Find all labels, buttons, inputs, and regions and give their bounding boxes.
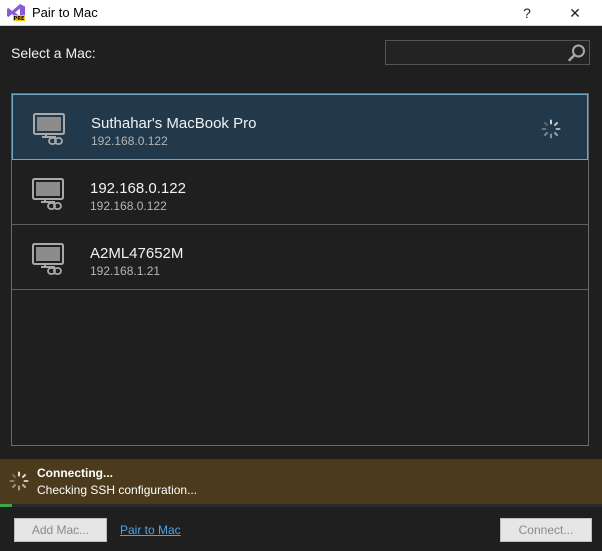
- search-box[interactable]: [385, 40, 590, 65]
- mac-list-item[interactable]: Suthahar's MacBook Pro 192.168.0.122: [12, 94, 588, 160]
- loading-spinner-icon: [9, 471, 29, 491]
- pair-to-mac-link[interactable]: Pair to Mac: [120, 523, 181, 537]
- mac-computer-icon: [31, 176, 67, 212]
- mac-name: A2ML47652M: [90, 245, 184, 262]
- select-mac-label: Select a Mac:: [11, 45, 96, 61]
- add-mac-button[interactable]: Add Mac...: [14, 518, 107, 542]
- mac-name: 192.168.0.122: [90, 180, 186, 197]
- mac-list-item[interactable]: A2ML47652M 192.168.1.21: [12, 225, 588, 290]
- mac-ip-address: 192.168.0.122: [90, 199, 167, 213]
- mac-computer-icon: [32, 111, 68, 147]
- help-button[interactable]: ?: [504, 0, 550, 26]
- mac-ip-address: 192.168.0.122: [91, 134, 168, 148]
- visual-studio-preview-icon: PRE: [7, 4, 25, 22]
- close-button[interactable]: ✕: [552, 0, 598, 26]
- mac-computer-icon: [31, 241, 67, 277]
- status-title: Connecting...: [37, 466, 113, 480]
- title-bar: PRE Pair to Mac ? ✕: [0, 0, 602, 26]
- loading-spinner-icon: [541, 119, 561, 139]
- connect-button[interactable]: Connect...: [500, 518, 592, 542]
- search-icon[interactable]: [567, 43, 587, 63]
- status-detail: Checking SSH configuration...: [37, 483, 198, 497]
- mac-list-item[interactable]: 192.168.0.122 192.168.0.122: [12, 160, 588, 225]
- search-input[interactable]: [386, 41, 564, 64]
- mac-ip-address: 192.168.1.21: [90, 264, 161, 278]
- progress-bar: [0, 504, 602, 507]
- mac-name: Suthahar's MacBook Pro: [91, 115, 257, 132]
- window-title: Pair to Mac: [32, 5, 98, 20]
- progress-fill: [0, 504, 13, 507]
- svg-text:PRE: PRE: [14, 16, 25, 21]
- mac-list[interactable]: Suthahar's MacBook Pro 192.168.0.122 192…: [11, 93, 589, 446]
- status-bar: Connecting... Checking SSH configuration…: [0, 459, 602, 504]
